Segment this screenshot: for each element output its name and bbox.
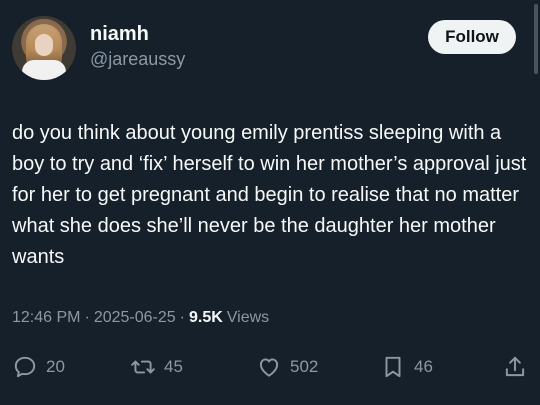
avatar[interactable] xyxy=(12,16,76,80)
display-name[interactable]: niamh xyxy=(90,22,185,46)
tweet-date[interactable]: 2025-06-25 xyxy=(94,309,176,326)
tweet-header: niamh @jareaussy Follow xyxy=(12,14,528,80)
avatar-face xyxy=(35,34,53,56)
username-handle[interactable]: @jareaussy xyxy=(90,48,185,70)
bookmark-count: 46 xyxy=(414,357,433,376)
meta-separator: · xyxy=(84,309,90,326)
scrollbar[interactable] xyxy=(534,4,538,74)
like-button[interactable]: 502 xyxy=(256,350,318,384)
retweet-count: 45 xyxy=(164,357,183,376)
views-label[interactable]: Views xyxy=(227,309,269,326)
tweet-meta: 12:46 PM · 2025-06-25 · 9.5K Views xyxy=(12,307,269,329)
retweet-button[interactable]: 45 xyxy=(130,350,183,384)
bookmark-button[interactable]: 46 xyxy=(380,350,433,384)
tweet-actions: 20 45 502 46 xyxy=(12,350,528,384)
bookmark-icon xyxy=(380,354,406,380)
meta-separator: · xyxy=(179,309,185,326)
reply-icon xyxy=(12,354,38,380)
reply-count: 20 xyxy=(46,357,65,376)
avatar-shirt xyxy=(22,60,66,80)
heart-icon xyxy=(256,354,282,380)
views-count[interactable]: 9.5K xyxy=(189,309,223,326)
follow-button[interactable]: Follow xyxy=(428,20,516,54)
share-icon xyxy=(502,354,528,380)
author-info[interactable]: niamh @jareaussy xyxy=(90,22,185,70)
tweet-time[interactable]: 12:46 PM xyxy=(12,309,80,326)
share-button[interactable] xyxy=(502,350,528,384)
reply-button[interactable]: 20 xyxy=(12,350,65,384)
retweet-icon xyxy=(130,354,156,380)
tweet-text: do you think about young emily prentiss … xyxy=(12,122,527,268)
like-count: 502 xyxy=(290,357,319,376)
